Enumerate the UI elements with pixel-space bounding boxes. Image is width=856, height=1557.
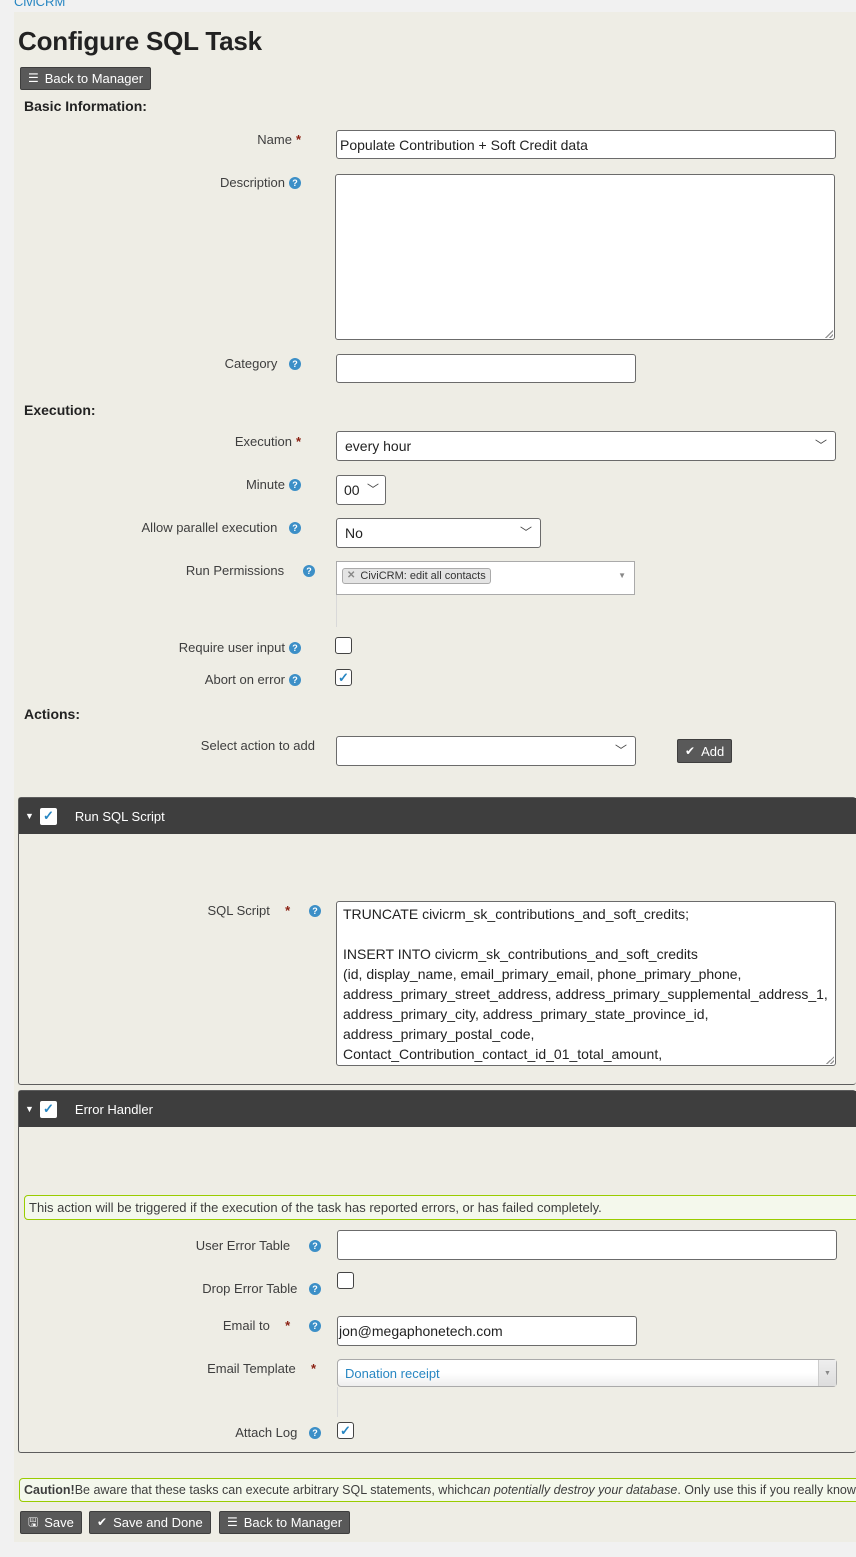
execution-label: Execution * xyxy=(234,434,301,449)
help-icon[interactable]: ? xyxy=(309,1239,321,1252)
dropdown-arrow-icon: ▼ xyxy=(618,571,626,580)
category-input[interactable] xyxy=(336,354,636,383)
permission-tag: ✕ CiviCRM: edit all contacts xyxy=(342,567,491,584)
collapse-triangle-icon[interactable]: ▼ xyxy=(25,811,34,821)
help-icon[interactable]: ? xyxy=(289,521,301,534)
email-template-select[interactable]: Donation receipt ▼ xyxy=(337,1359,837,1387)
floppy-disk-icon: 🖫 xyxy=(28,1515,39,1529)
resize-handle[interactable] xyxy=(826,1056,834,1064)
help-icon[interactable]: ? xyxy=(289,176,301,189)
section-actions: Actions: xyxy=(24,706,80,722)
dropdown-arrow-icon: ▼ xyxy=(818,1360,836,1386)
save-button[interactable]: 🖫 Save xyxy=(20,1511,82,1534)
email-to-input[interactable]: jon@megaphonetech.com xyxy=(337,1316,637,1346)
caution-message: Caution! Be aware that these tasks can e… xyxy=(19,1478,856,1502)
help-icon[interactable]: ? xyxy=(309,1319,321,1332)
help-icon[interactable]: ? xyxy=(289,673,301,686)
select-action-label: Select action to add xyxy=(200,738,315,753)
execution-select[interactable]: every hour ﹀ xyxy=(336,431,836,461)
run-permissions-label: Run Permissions ? xyxy=(186,563,315,578)
description-textarea[interactable] xyxy=(335,174,835,340)
section-execution: Execution: xyxy=(24,402,96,418)
select-action-dropdown[interactable]: ﹀ xyxy=(336,736,636,766)
action-enabled-checkbox[interactable]: ✓ xyxy=(39,807,57,825)
resize-handle[interactable] xyxy=(825,330,833,338)
description-label: Description? xyxy=(220,175,301,190)
email-to-label: Email to * ? xyxy=(223,1318,321,1333)
panel-header[interactable]: ▼ ✓ Run SQL Script xyxy=(19,798,856,834)
require-user-input-label: Require user input? xyxy=(179,640,301,655)
collapse-triangle-icon[interactable]: ▼ xyxy=(25,1104,34,1114)
panel-header[interactable]: ▼ ✓ Error Handler xyxy=(19,1091,856,1127)
category-label: Category ? xyxy=(225,356,301,371)
sql-script-label: SQL Script * ? xyxy=(207,903,321,918)
section-basic-information: Basic Information: xyxy=(24,98,147,114)
page-content: Configure SQL Task ☰ Back to Manager Bas… xyxy=(14,12,856,1542)
help-icon[interactable]: ? xyxy=(289,357,301,370)
run-permissions-multiselect[interactable]: ✕ CiviCRM: edit all contacts ▼ xyxy=(336,561,635,595)
minute-select[interactable]: 00 ﹀ xyxy=(336,475,386,505)
drop-error-table-checkbox[interactable] xyxy=(337,1272,354,1289)
remove-tag-icon[interactable]: ✕ xyxy=(347,570,355,581)
list-icon: ☰ xyxy=(28,71,39,85)
back-to-manager-button-top[interactable]: ☰ Back to Manager xyxy=(20,67,152,90)
back-to-manager-button-bottom[interactable]: ☰ Back to Manager xyxy=(219,1511,351,1534)
abort-on-error-label: Abort on error? xyxy=(205,672,301,687)
divider xyxy=(336,595,337,627)
require-user-input-checkbox[interactable] xyxy=(335,637,352,654)
check-icon: ✔ xyxy=(685,743,696,758)
help-icon[interactable]: ? xyxy=(309,1282,321,1295)
parallel-execution-label: Allow parallel execution ? xyxy=(142,520,301,535)
required-marker: * xyxy=(295,132,301,147)
help-icon[interactable]: ? xyxy=(303,564,315,577)
name-label: Name * xyxy=(257,132,301,147)
action-panel-error-handler: ▼ ✓ Error Handler This action will be tr… xyxy=(18,1090,856,1453)
user-error-table-label: User Error Table ? xyxy=(196,1238,321,1253)
attach-log-checkbox[interactable]: ✓ xyxy=(337,1422,354,1439)
chevron-down-icon: ﹀ xyxy=(814,438,827,453)
breadcrumb-civicrm[interactable]: CiviCRM xyxy=(14,0,65,9)
chevron-down-icon: ﹀ xyxy=(366,482,379,497)
action-panel-run-sql-script: ▼ ✓ Run SQL Script SQL Script * ? TRUNCA… xyxy=(18,797,856,1085)
sql-script-textarea[interactable]: TRUNCATE civicrm_sk_contributions_and_so… xyxy=(336,901,836,1066)
list-icon: ☰ xyxy=(227,1515,238,1529)
check-icon: ✔ xyxy=(97,1515,108,1529)
user-error-table-input[interactable] xyxy=(337,1230,837,1260)
add-action-button[interactable]: ✔ Add xyxy=(677,739,733,763)
drop-error-table-label: Drop Error Table ? xyxy=(202,1281,321,1296)
help-icon[interactable]: ? xyxy=(289,478,301,491)
parallel-execution-select[interactable]: No ﹀ xyxy=(336,518,541,548)
help-icon[interactable]: ? xyxy=(289,641,301,654)
checkmark-icon: ✓ xyxy=(340,1422,351,1438)
abort-on-error-checkbox[interactable]: ✓ xyxy=(335,669,352,686)
email-template-label: Email Template * xyxy=(207,1361,316,1376)
error-handler-help-message: This action will be triggered if the exe… xyxy=(24,1195,856,1220)
chevron-down-icon: ﹀ xyxy=(614,743,627,758)
divider xyxy=(337,1387,338,1417)
minute-label: Minute? xyxy=(246,477,301,492)
chevron-down-icon: ﹀ xyxy=(519,525,532,540)
attach-log-label: Attach Log ? xyxy=(235,1425,321,1440)
help-icon[interactable]: ? xyxy=(309,904,321,917)
save-and-done-button[interactable]: ✔ Save and Done xyxy=(89,1511,211,1534)
name-input[interactable]: Populate Contribution + Soft Credit data xyxy=(336,130,836,159)
help-icon[interactable]: ? xyxy=(309,1426,321,1439)
checkmark-icon: ✓ xyxy=(338,669,349,685)
page-title: Configure SQL Task xyxy=(18,26,262,56)
action-enabled-checkbox[interactable]: ✓ xyxy=(39,1100,57,1118)
